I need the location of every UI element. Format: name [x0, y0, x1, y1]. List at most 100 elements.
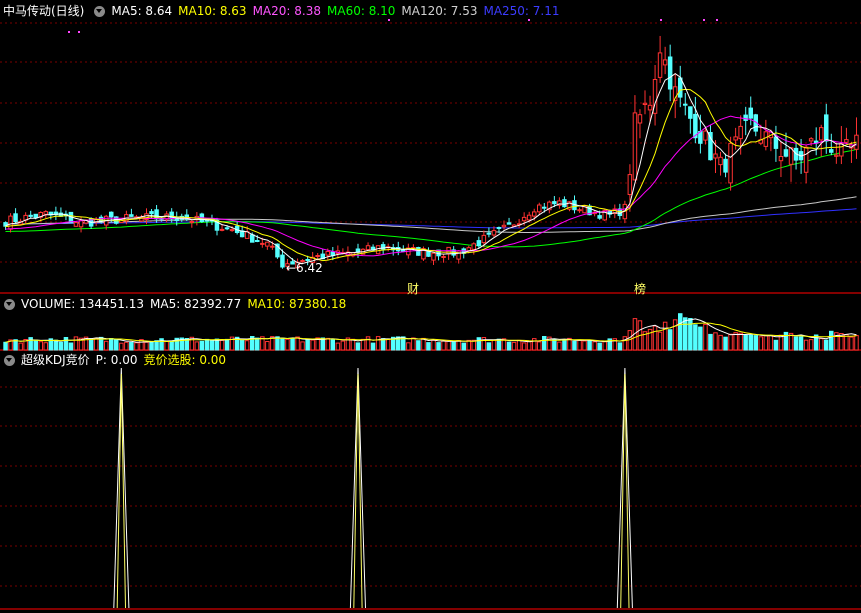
volume-bar	[778, 334, 784, 351]
candle-body	[718, 156, 723, 166]
candle-body	[471, 243, 476, 250]
volume-bar	[13, 339, 18, 351]
volume-bar	[385, 338, 391, 351]
volume-bar	[532, 338, 537, 351]
volume-bar	[683, 317, 688, 351]
volume-bar	[824, 339, 829, 351]
ma10-legend: MA10: 8.63	[178, 4, 247, 18]
volume-bar	[406, 342, 411, 351]
candle-body	[224, 227, 230, 230]
candle-body	[728, 142, 733, 184]
candle-body	[733, 136, 738, 141]
volume-bar	[713, 332, 718, 351]
candle-body	[698, 131, 703, 144]
ma20-line	[5, 115, 857, 257]
volume-bar	[431, 339, 436, 351]
candle-body	[501, 224, 507, 228]
candle-body	[542, 206, 547, 209]
volume-bar	[773, 339, 779, 351]
volume-bar	[793, 336, 799, 351]
candle-body	[526, 214, 532, 221]
event-marker-finance[interactable]: 财	[407, 280, 419, 297]
candle-body	[250, 234, 255, 243]
ma5-legend: MA5: 8.64	[111, 4, 173, 18]
candle-body	[532, 211, 537, 217]
volume-bar	[164, 341, 169, 351]
volume-bar	[88, 338, 94, 351]
volume-bar	[703, 323, 708, 351]
event-marker-ranking[interactable]: 榜	[634, 280, 646, 297]
volume-bar	[521, 342, 527, 351]
volume-bar	[552, 338, 557, 351]
candle-body	[496, 227, 502, 229]
volume-bar	[743, 334, 748, 351]
volume-bar	[355, 342, 361, 351]
volume-bar	[411, 337, 416, 351]
candle-body	[577, 209, 582, 212]
volume-bar	[844, 334, 849, 351]
volume-bar	[758, 336, 763, 351]
candle-body	[270, 245, 275, 248]
candle-body	[486, 232, 492, 235]
candle-body	[431, 252, 436, 261]
candle-body	[441, 256, 446, 258]
volume-bar	[461, 342, 466, 351]
volume-bar	[224, 338, 230, 351]
volume-bar	[441, 340, 446, 351]
candle-body	[667, 56, 673, 90]
volume-bar	[169, 341, 174, 351]
candle-body	[819, 127, 824, 141]
candle-body	[491, 230, 497, 236]
volume-bar	[43, 342, 48, 351]
candle-body	[783, 149, 789, 157]
volume-bar	[819, 338, 824, 351]
volume-bar	[678, 313, 683, 351]
candle-body	[713, 153, 718, 159]
volume-bar	[456, 340, 461, 351]
candle-body	[773, 136, 779, 149]
kdj-panel-header: 超级KDJ竞价 P: 0.00 竞价选股: 0.00	[0, 351, 232, 369]
volume-bar	[652, 325, 658, 351]
volume-bar	[808, 339, 814, 351]
volume-bar	[109, 338, 114, 351]
candle-body	[537, 204, 542, 213]
stock-title: 中马传动(日线)	[3, 4, 85, 18]
volume-bar	[199, 340, 205, 351]
volume-bar	[602, 341, 607, 351]
signal-dot	[68, 31, 70, 33]
volume-bar	[466, 339, 471, 351]
candle-body	[315, 255, 320, 257]
chevron-down-icon[interactable]	[94, 5, 106, 17]
candle-body	[375, 245, 381, 255]
volume-bar	[149, 341, 154, 351]
candle-body	[683, 103, 688, 106]
volume-bar	[698, 326, 703, 351]
candle-body	[365, 245, 371, 251]
volume-bar	[542, 336, 547, 351]
candle-body	[834, 154, 839, 157]
candle-body	[662, 59, 668, 66]
candle-body	[803, 146, 809, 173]
kdj-select-legend: 竞价选股: 0.00	[143, 353, 227, 367]
candle-body	[824, 114, 829, 142]
candle-body	[149, 211, 154, 215]
volume-bar	[557, 341, 562, 351]
volume-bar	[209, 339, 215, 351]
volume-bar	[446, 340, 451, 351]
candle-body	[265, 241, 270, 247]
chevron-down-icon[interactable]	[4, 354, 15, 366]
candle-body	[552, 201, 557, 205]
candle-body	[8, 215, 13, 230]
volume-panel-header: VOLUME: 134451.13 MA5: 82392.77 MA10: 87…	[0, 295, 352, 313]
candle-body	[562, 199, 567, 208]
volume-bar	[577, 339, 582, 351]
volume-bar	[798, 336, 804, 351]
candle-body	[506, 222, 512, 225]
chevron-down-icon[interactable]	[4, 298, 15, 310]
volume-bar	[582, 340, 587, 351]
volume-bar	[129, 342, 134, 351]
ma20-legend: MA20: 8.38	[252, 4, 321, 18]
volume-bar	[194, 341, 200, 351]
volume-bar	[300, 341, 305, 351]
volume-bar	[592, 341, 597, 351]
